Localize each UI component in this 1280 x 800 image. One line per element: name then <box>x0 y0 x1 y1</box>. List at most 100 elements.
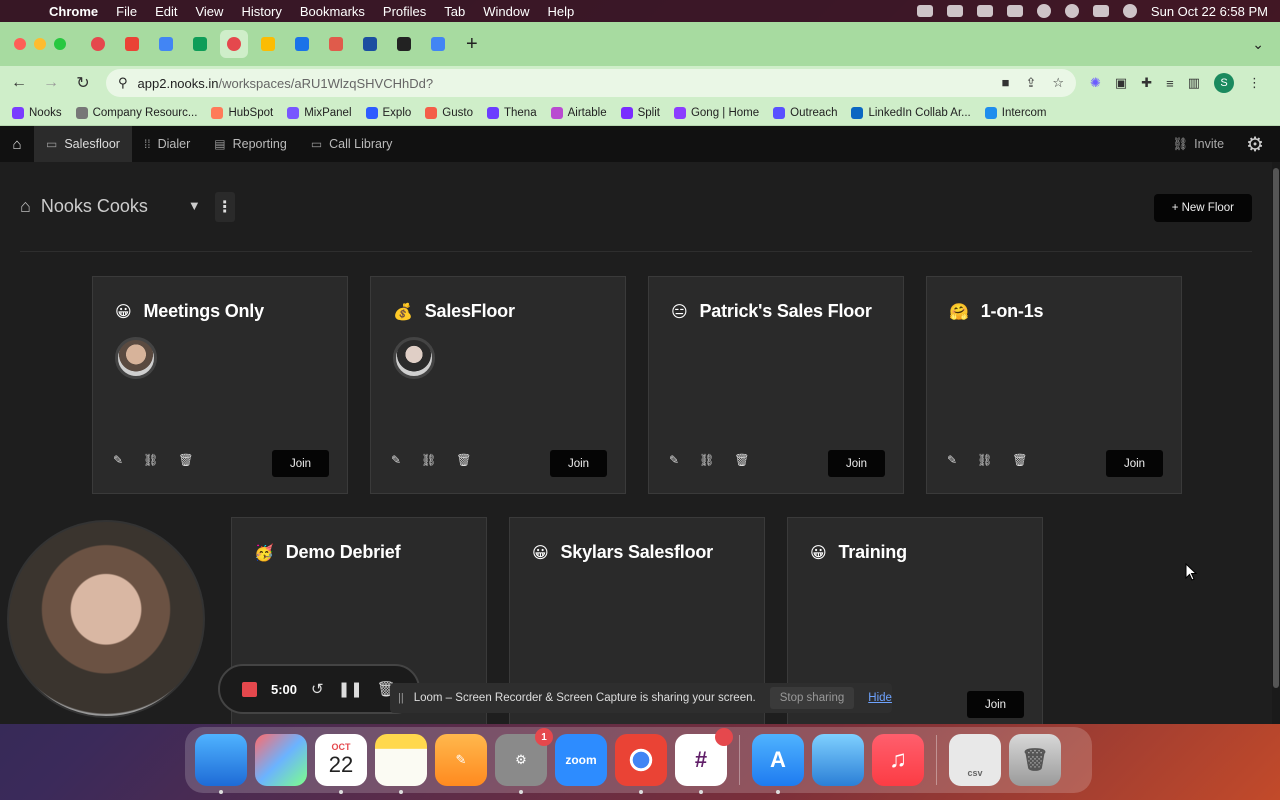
workspace-menu-button[interactable]: ⋮ <box>214 192 235 222</box>
puzzle-icon[interactable]: ✚ <box>1141 75 1152 91</box>
bookmark-item[interactable]: MixPanel <box>287 106 352 119</box>
menu-view[interactable]: View <box>186 4 232 19</box>
slack-icon[interactable]: # <box>675 728 733 794</box>
zoom-icon[interactable]: zoom <box>555 734 607 786</box>
bookmark-item[interactable]: Gusto <box>425 106 473 119</box>
gitlab-icon[interactable] <box>976 5 993 17</box>
browser-tab[interactable] <box>288 30 316 58</box>
join-button[interactable]: Join <box>828 450 885 477</box>
hide-link[interactable]: Hide <box>868 692 892 704</box>
join-button[interactable]: Join <box>1106 450 1163 477</box>
trash-icon[interactable]: 🗑 <box>1009 734 1061 786</box>
pages-icon[interactable]: ✎ <box>435 734 487 786</box>
avatar[interactable] <box>393 337 435 379</box>
new-floor-button[interactable]: + New Floor <box>1153 194 1252 222</box>
loom-camera-bubble[interactable] <box>7 520 205 718</box>
browser-tab[interactable] <box>254 30 282 58</box>
extension-icon[interactable]: ✺ <box>1090 75 1101 91</box>
bookmark-item[interactable]: HubSpot <box>211 106 273 119</box>
join-button[interactable]: Join <box>272 450 329 477</box>
link-icon[interactable]: ⛓ <box>699 453 714 467</box>
tab-reporting[interactable]: ▤ Reporting <box>202 126 299 162</box>
menu-tab[interactable]: Tab <box>435 4 474 19</box>
link-icon[interactable]: ⛓ <box>421 453 436 467</box>
bookmark-item[interactable]: Gong | Home <box>673 106 759 119</box>
browser-tab[interactable] <box>390 30 418 58</box>
menu-app-name[interactable]: Chrome <box>40 4 107 19</box>
stop-recording-icon[interactable] <box>242 681 257 697</box>
calendar-icon[interactable]: OCT 22 <box>315 734 367 794</box>
link-icon[interactable]: ⛓ <box>977 453 992 467</box>
spotlight-icon[interactable] <box>1064 4 1079 18</box>
media-icon[interactable]: ≡ <box>1166 76 1174 91</box>
kebab-menu-icon[interactable]: ⋮ <box>1248 75 1261 91</box>
browser-tab-active[interactable] <box>220 30 248 58</box>
bookmark-item[interactable]: Explo <box>365 106 411 119</box>
menu-edit[interactable]: Edit <box>146 4 186 19</box>
browser-tab[interactable] <box>356 30 384 58</box>
trash-icon[interactable]: 🗑 <box>456 453 471 467</box>
bookmark-item[interactable]: Nooks <box>12 106 62 119</box>
forward-icon[interactable]: → <box>42 74 60 92</box>
close-window-button[interactable] <box>14 38 26 50</box>
browser-tab[interactable] <box>186 30 214 58</box>
menu-history[interactable]: History <box>232 4 290 19</box>
battery-icon[interactable] <box>1006 5 1023 17</box>
star-icon[interactable]: ☆ <box>1052 75 1064 91</box>
bookmark-item[interactable]: LinkedIn Collab Ar... <box>851 106 971 119</box>
reload-icon[interactable]: ↻ <box>74 73 92 93</box>
chevron-down-icon[interactable]: ▼ <box>188 198 201 213</box>
app-store-icon[interactable]: A <box>752 734 804 794</box>
trash-icon[interactable]: 🗑 <box>178 453 193 467</box>
trash-icon[interactable]: 🗑 <box>1012 453 1027 467</box>
share-icon[interactable]: ⇪ <box>1025 75 1036 91</box>
music-icon[interactable]: ♫ <box>872 734 924 786</box>
tab-call-library[interactable]: ▭ Call Library <box>299 126 405 162</box>
browser-tab[interactable] <box>322 30 350 58</box>
edit-icon[interactable]: ✎ <box>669 453 679 467</box>
tab-salesfloor[interactable]: ▭ Salesfloor <box>34 126 132 162</box>
chrome-icon[interactable] <box>615 734 667 794</box>
profile-avatar[interactable]: S <box>1214 73 1234 93</box>
scrollbar-thumb[interactable] <box>1273 168 1279 688</box>
join-button[interactable]: Join <box>967 691 1024 718</box>
browser-tab[interactable] <box>84 30 112 58</box>
menubar-clock[interactable]: Sun Oct 22 6:58 PM <box>1151 4 1268 19</box>
menu-help[interactable]: Help <box>539 4 584 19</box>
system-settings-icon[interactable]: ⚙ 1 <box>495 728 553 794</box>
site-info-icon[interactable]: ⚲ <box>118 75 128 91</box>
zoom-window-button[interactable] <box>54 38 66 50</box>
pause-icon[interactable]: ❚❚ <box>338 680 363 698</box>
tab-search-chevron-icon[interactable]: ⌄ <box>1252 36 1264 53</box>
siri-icon[interactable] <box>1122 4 1137 18</box>
drag-handle-icon[interactable]: || <box>398 692 404 704</box>
tab-dialer[interactable]: ⁞⁞ Dialer <box>132 126 202 162</box>
browser-tab[interactable] <box>152 30 180 58</box>
bookmark-folder[interactable]: Company Resourc... <box>75 106 197 119</box>
menu-bookmarks[interactable]: Bookmarks <box>291 4 374 19</box>
address-bar[interactable]: ⚲ app2.nooks.in/workspaces/aRU1WlzqSHVCH… <box>106 69 1076 97</box>
join-button[interactable]: Join <box>550 450 607 477</box>
avatar[interactable] <box>115 337 157 379</box>
scrollbar[interactable] <box>1272 162 1280 724</box>
launchpad-icon[interactable] <box>255 734 307 786</box>
edit-icon[interactable]: ✎ <box>947 453 957 467</box>
preview-icon[interactable] <box>812 734 864 786</box>
bookmark-item[interactable]: Airtable <box>550 106 607 119</box>
csv-file-icon[interactable]: csv <box>949 734 1001 786</box>
bookmark-item[interactable]: Thena <box>486 106 537 119</box>
bookmark-item[interactable]: Split <box>620 106 660 119</box>
browser-tab[interactable] <box>424 30 452 58</box>
new-tab-button[interactable]: + <box>466 33 478 56</box>
restart-icon[interactable]: ↺ <box>311 680 324 698</box>
bookmark-item[interactable]: Intercom <box>984 106 1047 119</box>
notes-icon[interactable] <box>375 734 427 794</box>
invite-button[interactable]: ⛓ Invite <box>1172 137 1224 152</box>
camera-icon[interactable]: ■ <box>1002 75 1010 91</box>
menu-file[interactable]: File <box>107 4 146 19</box>
wifi-icon[interactable] <box>1036 4 1051 18</box>
screen-icon[interactable] <box>946 5 963 17</box>
home-icon[interactable]: ⌂ <box>0 126 34 162</box>
trash-icon[interactable]: 🗑 <box>734 453 749 467</box>
stop-sharing-button[interactable]: Stop sharing <box>769 687 855 709</box>
